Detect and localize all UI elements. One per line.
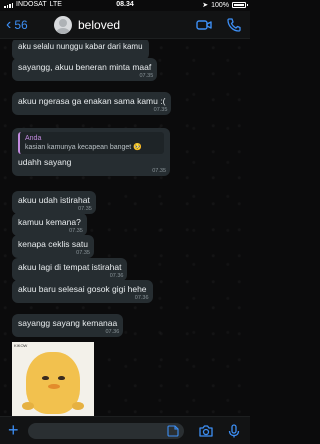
message-text: akuu udah istirahat bbox=[18, 195, 90, 205]
plus-icon[interactable]: + bbox=[8, 421, 19, 439]
chick-eye bbox=[58, 376, 65, 380]
message-text: udahh sayang bbox=[18, 157, 72, 167]
quoted-message[interactable]: Anda kasian kamunya kecapean banget 🥺 bbox=[18, 132, 164, 154]
message-input[interactable] bbox=[28, 423, 184, 439]
message-bubble[interactable]: akuu lagi di tempat istirahat 07.36 bbox=[12, 258, 128, 281]
message-bubble[interactable]: kenapa ceklis satu 07.35 bbox=[12, 235, 94, 258]
battery-percent: 100% bbox=[211, 1, 229, 9]
back-chevron-icon: ‹ bbox=[6, 16, 12, 33]
chick-eye bbox=[42, 376, 49, 380]
message-time: 07.36 bbox=[109, 273, 124, 279]
message-time: 07.35 bbox=[69, 228, 83, 234]
sticker-label: KIKOW bbox=[14, 343, 28, 348]
message-time: 07.35 bbox=[139, 73, 154, 79]
chick-arm bbox=[72, 402, 84, 410]
message-text: akuu ngerasa ga enakan sama kamu :( bbox=[18, 96, 166, 106]
phone-icon[interactable] bbox=[226, 18, 242, 32]
message-text: kenapa ceklis satu bbox=[18, 239, 88, 249]
message-bubble[interactable]: sayangg, akuu beneran minta maaf 07.35 bbox=[12, 58, 158, 81]
message-bubble[interactable]: sayangg sayang kemanaa 07.36 bbox=[12, 314, 124, 337]
unread-count: 56 bbox=[14, 18, 28, 32]
message-time: 07.35 bbox=[152, 168, 166, 174]
status-bar: INDOSAT LTE 08.34 ➤ 100% bbox=[0, 0, 250, 11]
message-bubble[interactable]: kamuu kemana? 07.35 bbox=[12, 213, 87, 236]
sticker-message[interactable]: KIKOW bbox=[12, 342, 94, 416]
message-text: kamuu kemana? bbox=[18, 217, 81, 227]
battery-icon bbox=[232, 2, 248, 8]
sticker-icon[interactable] bbox=[167, 425, 179, 437]
message-bubble-with-quote[interactable]: Anda kasian kamunya kecapean banget 🥺 ud… bbox=[12, 128, 170, 176]
message-time: 07.35 bbox=[76, 250, 90, 256]
message-bubble[interactable]: akuu baru selesai gosok gigi hehe 07.36 bbox=[12, 280, 153, 303]
location-icon: ➤ bbox=[202, 2, 209, 9]
video-call-icon[interactable] bbox=[196, 18, 212, 32]
back-button[interactable]: ‹ 56 bbox=[6, 16, 28, 33]
quote-text: kasian kamunya kecapean banget 🥺 bbox=[25, 144, 142, 151]
chick-sticker-image bbox=[22, 352, 84, 414]
chick-arm bbox=[22, 402, 34, 410]
microphone-icon[interactable] bbox=[226, 423, 242, 439]
message-text: akuu lagi di tempat istirahat bbox=[18, 262, 122, 272]
message-text: akuu baru selesai gosok gigi hehe bbox=[18, 284, 147, 294]
message-time: 07.35 bbox=[78, 206, 92, 212]
chat-area[interactable]: aku selalu nunggu kabar dari kamu sayang… bbox=[0, 40, 250, 416]
chat-header: ‹ 56 beloved bbox=[0, 11, 250, 39]
contact-name[interactable]: beloved bbox=[78, 18, 120, 32]
message-text: sayangg, akuu beneran minta maaf bbox=[18, 62, 152, 72]
message-text: sayangg sayang kemanaa bbox=[18, 318, 118, 328]
chick-beak bbox=[48, 384, 60, 389]
message-text: aku selalu nunggu kabar dari kamu bbox=[18, 42, 143, 51]
message-bubble[interactable]: aku selalu nunggu kabar dari kamu bbox=[12, 40, 149, 60]
status-right-group: ➤ 100% bbox=[202, 1, 248, 9]
message-time: 07.36 bbox=[105, 329, 120, 335]
message-bubble[interactable]: akuu ngerasa ga enakan sama kamu :( 07.3… bbox=[12, 92, 172, 115]
message-time: 07.35 bbox=[153, 107, 168, 113]
camera-icon[interactable] bbox=[198, 423, 214, 439]
message-time: 07.36 bbox=[134, 295, 149, 301]
quote-author: Anda bbox=[25, 135, 42, 142]
input-bar: + bbox=[0, 416, 250, 444]
message-bubble[interactable]: akuu udah istirahat 07.35 bbox=[12, 191, 96, 214]
avatar[interactable] bbox=[54, 16, 72, 34]
